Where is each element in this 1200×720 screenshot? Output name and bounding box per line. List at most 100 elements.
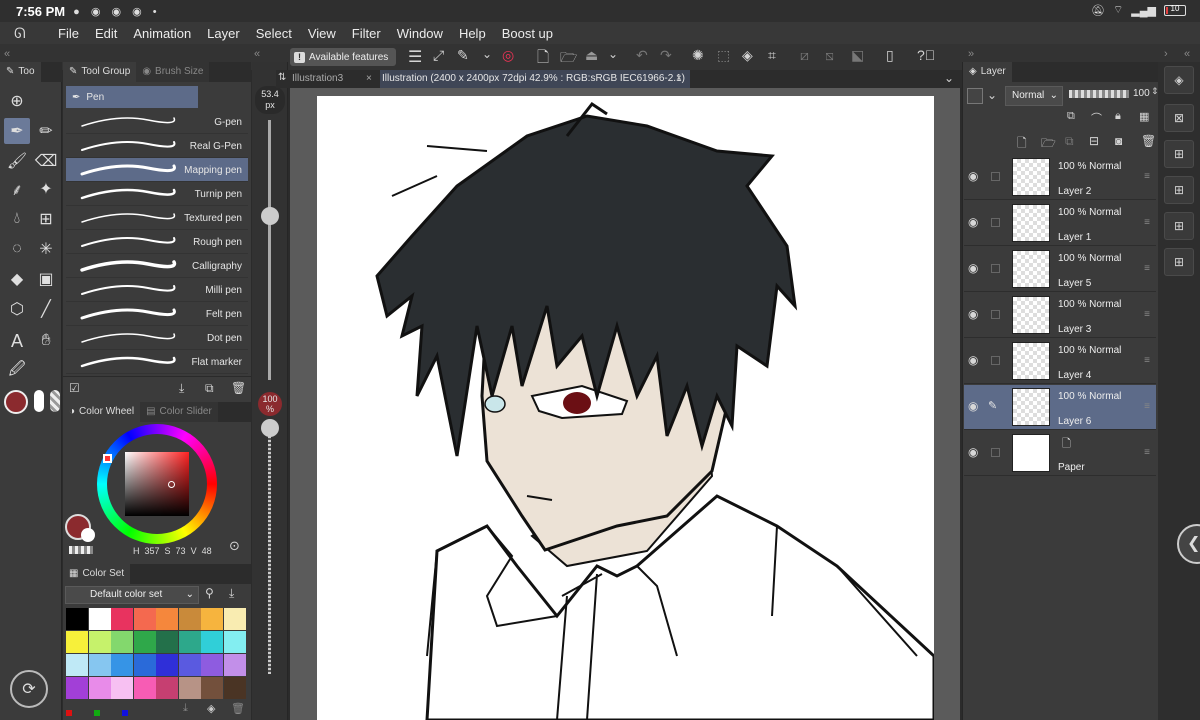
layer-row[interactable]: ◉ ✎ 100 % Normal Layer 6 ≡: [964, 385, 1156, 430]
color-swatch[interactable]: [88, 631, 111, 653]
menu-lines-icon[interactable]: ☰: [408, 47, 422, 67]
color-swatch[interactable]: [88, 654, 111, 676]
color-swatch[interactable]: [66, 677, 88, 699]
menu-boost-up[interactable]: Boost up: [494, 26, 561, 41]
copy-brush-icon[interactable]: ⧉: [205, 381, 214, 396]
color-swatch[interactable]: [133, 631, 156, 653]
help-icon[interactable]: ?⃝: [917, 47, 935, 63]
chevron-down-icon[interactable]: ⌄: [987, 88, 997, 102]
main-color-circle[interactable]: [4, 390, 28, 414]
download-icon[interactable]: ⊕: [4, 88, 30, 114]
download-brush-icon[interactable]: ⤓: [179, 381, 184, 396]
deselect-icon[interactable]: ⧄: [800, 47, 809, 64]
menu-file[interactable]: File: [50, 26, 87, 41]
layer-row[interactable]: ◉ 100 % Normal Layer 4 ≡: [964, 339, 1156, 384]
color-swatch[interactable]: [66, 654, 88, 676]
visibility-eye-icon[interactable]: ◉: [968, 215, 978, 229]
layer-row[interactable]: ◉ 🗋︎ Paper ≡: [964, 431, 1156, 476]
grid-tool-icon[interactable]: ⊞: [33, 206, 59, 232]
eraser-tool-icon[interactable]: ⌫: [33, 148, 59, 174]
chevron-down-icon[interactable]: ⌄: [944, 71, 954, 85]
color-swatch[interactable]: [66, 608, 88, 630]
smartphone-icon[interactable]: ▯: [886, 47, 894, 64]
layer-select-checkbox[interactable]: [991, 218, 1000, 227]
swap-color-icon[interactable]: [69, 546, 93, 554]
color-swatch[interactable]: [223, 654, 246, 676]
new-raster-layer-icon[interactable]: 🗋︎: [1017, 134, 1027, 155]
brush-item[interactable]: Mapping pen: [66, 158, 248, 182]
clip-studio-logo-icon[interactable]: ᘏ: [14, 25, 36, 42]
tab-color-slider[interactable]: ▤ Color Slider: [140, 402, 218, 422]
edit-icon[interactable]: ✎: [457, 47, 469, 64]
tab-illustration3[interactable]: Illustration3 ×: [290, 70, 380, 88]
dropdown-chevron-icon[interactable]: ⌄: [482, 47, 492, 61]
opacity-slider[interactable]: [1069, 90, 1129, 98]
layer-color-checkbox[interactable]: [967, 88, 983, 104]
color-swatch[interactable]: [223, 608, 246, 630]
tool-group-header[interactable]: ✒ Pen: [66, 86, 198, 108]
color-swatch[interactable]: [178, 677, 201, 699]
magic-wand-tool-icon[interactable]: ✳: [33, 236, 59, 262]
size-slider-handle[interactable]: [261, 207, 279, 225]
visibility-eye-icon[interactable]: ◉: [968, 399, 978, 413]
color-swatch[interactable]: [178, 608, 201, 630]
layer-row[interactable]: ◉ 100 % Normal Layer 5 ≡: [964, 247, 1156, 292]
color-set-import-icon[interactable]: ⤓: [229, 586, 234, 601]
layer-select-checkbox[interactable]: [991, 356, 1000, 365]
merge-layer-icon[interactable]: ⊟: [1089, 134, 1099, 148]
tab-layer[interactable]: ◈ Layer: [963, 62, 1012, 82]
fill-icon[interactable]: ◈: [742, 47, 753, 64]
drag-handle-icon[interactable]: ≡: [1144, 447, 1150, 458]
collapse-right-icon[interactable]: »: [968, 48, 974, 60]
color-swatch[interactable]: [133, 654, 156, 676]
color-set-add-icon[interactable]: ⤓: [183, 702, 188, 715]
color-swatch[interactable]: [88, 677, 111, 699]
layer-row[interactable]: ◉ 100 % Normal Layer 1 ≡: [964, 201, 1156, 246]
layer-select-checkbox[interactable]: [991, 448, 1000, 457]
clip-layer-icon[interactable]: ⌒: [1091, 110, 1102, 126]
brush-item[interactable]: Calligraphy: [66, 254, 248, 278]
invert-selection-icon[interactable]: ⧅: [825, 47, 834, 64]
close-tab-icon[interactable]: ×: [366, 70, 372, 88]
drag-handle-icon[interactable]: ≡: [1144, 171, 1150, 182]
menu-edit[interactable]: Edit: [87, 26, 125, 41]
line-tool-icon[interactable]: ╱: [33, 296, 59, 322]
color-set-fill-icon[interactable]: ◈: [207, 702, 215, 715]
sync-icon[interactable]: ⟳: [10, 670, 48, 708]
object-tool-icon[interactable]: ⬡: [4, 296, 30, 322]
brush-item[interactable]: Turnip pen: [66, 182, 248, 206]
visibility-eye-icon[interactable]: ◉: [968, 169, 978, 183]
opacity-slider-handle[interactable]: [261, 419, 279, 437]
brush-tool-icon[interactable]: 🖌︎: [4, 148, 30, 174]
menu-layer[interactable]: Layer: [199, 26, 248, 41]
close-tab-icon-2[interactable]: ×: [676, 70, 682, 88]
current-sub-color[interactable]: [81, 528, 95, 542]
menu-select[interactable]: Select: [248, 26, 300, 41]
sv-square[interactable]: [125, 452, 189, 516]
visibility-eye-icon[interactable]: ◉: [968, 307, 978, 321]
tab-illustration[interactable]: Illustration (2400 x 2400px 72dpi 42.9% …: [380, 70, 690, 88]
menu-window[interactable]: Window: [389, 26, 451, 41]
tab-color-wheel[interactable]: ◑ Color Wheel: [63, 402, 141, 422]
color-swatch[interactable]: [201, 631, 223, 653]
drag-handle-icon[interactable]: ≡: [1144, 263, 1150, 274]
lasso-tool-icon[interactable]: ◌: [4, 236, 30, 262]
tab-brush-size[interactable]: ◉ Brush Size: [136, 62, 210, 82]
color-swatch[interactable]: [111, 654, 133, 676]
brush-item[interactable]: Real G-Pen: [66, 134, 248, 158]
collapse-left-icon-2[interactable]: «: [254, 48, 260, 60]
sub-color-pill[interactable]: [34, 390, 44, 412]
layer-rail-icon[interactable]: ◈: [1164, 66, 1194, 94]
color-swatch[interactable]: [201, 654, 223, 676]
lock-alpha-icon[interactable]: ▦: [1139, 110, 1149, 123]
menu-animation[interactable]: Animation: [125, 26, 199, 41]
copy-layer-icon[interactable]: ⧉: [1065, 134, 1074, 149]
sparkle-tool-icon[interactable]: ✦: [33, 176, 59, 202]
brush-item[interactable]: G-pen: [66, 110, 248, 134]
color-swatch[interactable]: [111, 677, 133, 699]
layer-select-checkbox[interactable]: [991, 172, 1000, 181]
canvas-area[interactable]: [290, 88, 960, 720]
brush-item[interactable]: Flat marker: [66, 350, 248, 374]
color-swatch[interactable]: [223, 631, 246, 653]
delete-layer-icon[interactable]: 🗑︎: [1141, 134, 1156, 148]
